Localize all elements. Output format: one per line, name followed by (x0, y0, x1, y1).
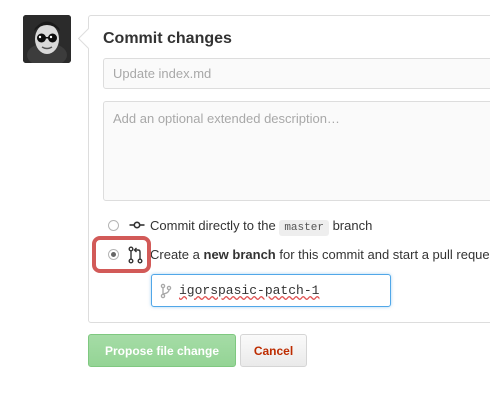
commit-title: Commit changes (103, 30, 232, 47)
new-branch-emphasis: new branch (203, 247, 276, 262)
commit-directly-prefix: Commit directly to the (150, 218, 276, 233)
new-branch-prefix: Create a (150, 247, 200, 262)
commit-directly-suffix: branch (332, 218, 373, 233)
annotation-highlight (92, 236, 151, 273)
new-branch-suffix: for this commit and start a pull reque (279, 247, 490, 262)
master-branch-badge: master (279, 220, 329, 236)
branch-name-field[interactable]: igorspasic-patch-1 (151, 274, 391, 307)
cancel-button[interactable]: Cancel (240, 334, 307, 367)
avatar-image (23, 15, 71, 63)
new-branch-label[interactable]: Create a new branch for this commit and … (150, 247, 490, 262)
propose-file-change-button[interactable]: Propose file change (88, 334, 236, 367)
commit-directly-label[interactable]: Commit directly to the master branch (150, 218, 373, 236)
branch-name-value[interactable]: igorspasic-patch-1 (179, 283, 319, 298)
avatar[interactable] (23, 15, 71, 63)
git-branch-icon (160, 283, 172, 304)
commit-summary-input[interactable] (103, 58, 490, 89)
radio-commit-directly[interactable] (108, 220, 119, 231)
commit-description-textarea[interactable] (103, 101, 490, 201)
git-commit-icon (129, 218, 145, 237)
